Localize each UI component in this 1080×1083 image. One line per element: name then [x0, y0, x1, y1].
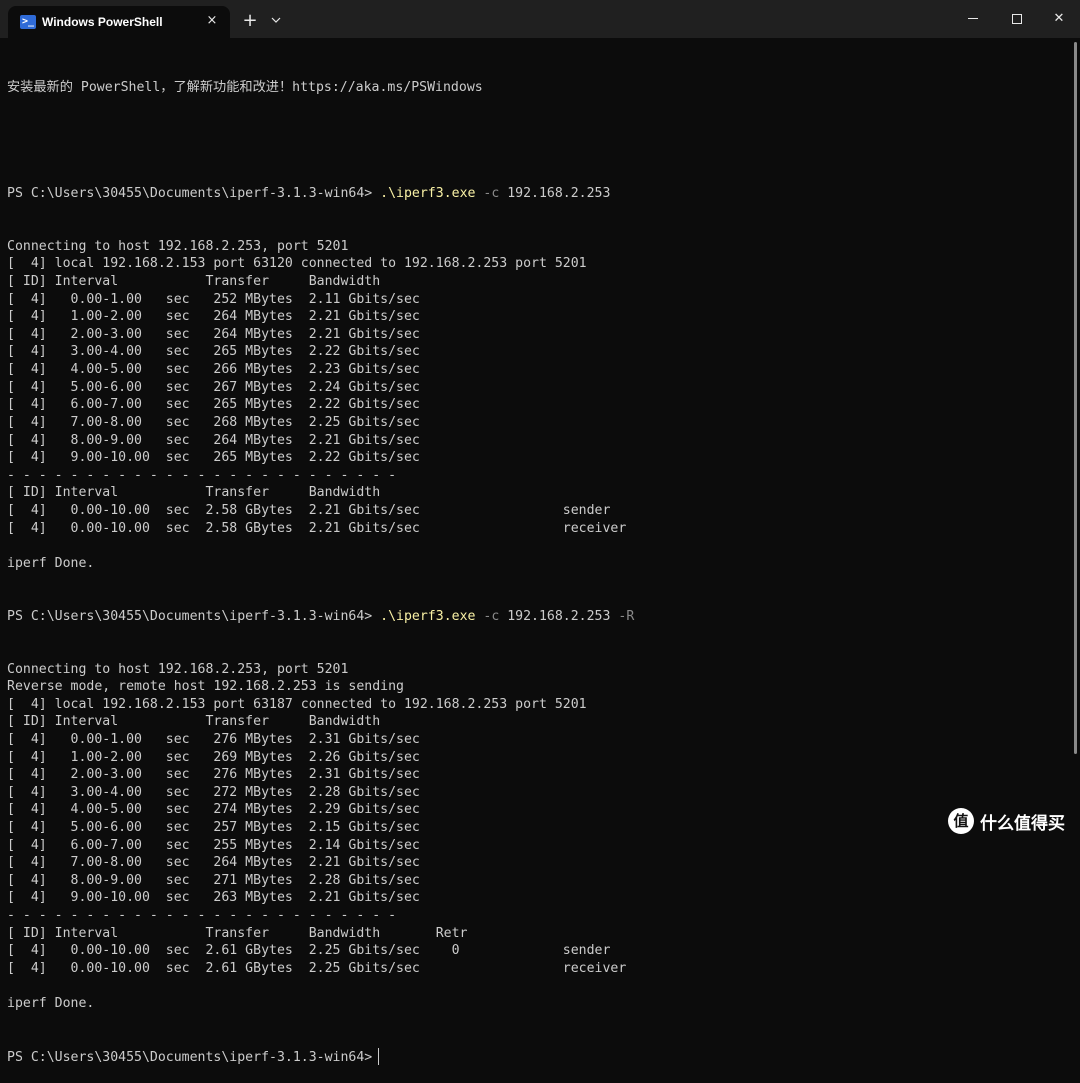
banner-line: 安装最新的 PowerShell，了解新功能和改进！https://aka.ms…: [7, 80, 483, 96]
terminal-output[interactable]: 安装最新的 PowerShell，了解新功能和改进！https://aka.ms…: [7, 44, 1067, 1083]
output-line: iperf Done.: [7, 996, 95, 1012]
parameter: -R: [610, 608, 635, 624]
output-line: [ 4] 0.00-1.00 sec 276 MBytes 2.31 Gbits…: [7, 731, 420, 747]
command: .\iperf3.exe: [380, 608, 476, 624]
output-line: [ 4] 8.00-9.00 sec 264 MBytes 2.21 Gbits…: [7, 432, 420, 448]
output-line: [ 4] 4.00-5.00 sec 266 MBytes 2.23 Gbits…: [7, 362, 420, 378]
output-line: [ 4] 9.00-10.00 sec 263 MBytes 2.21 Gbit…: [7, 890, 420, 906]
prompt: PS C:\Users\30455\Documents\iperf-3.1.3-…: [7, 608, 381, 624]
run1-output: Connecting to host 192.168.2.253, port 5…: [7, 238, 1067, 573]
output-line: [ 4] 6.00-7.00 sec 255 MBytes 2.14 Gbits…: [7, 837, 420, 853]
output-line: [ ID] Interval Transfer Bandwidth: [7, 485, 381, 501]
output-line: [ 4] 0.00-10.00 sec 2.58 GBytes 2.21 Gbi…: [7, 502, 611, 518]
command-line-1: PS C:\Users\30455\Documents\iperf-3.1.3-…: [7, 185, 1067, 203]
output-line: Connecting to host 192.168.2.253, port 5…: [7, 238, 349, 254]
watermark-logo: 值: [948, 808, 974, 834]
title-bar: >_ Windows PowerShell × + ✕: [0, 0, 1080, 38]
output-line: [ 4] 5.00-6.00 sec 267 MBytes 2.24 Gbits…: [7, 379, 420, 395]
output-line: Connecting to host 192.168.2.253, port 5…: [7, 661, 349, 677]
maximize-button[interactable]: [994, 0, 1040, 38]
chevron-down-icon: [271, 17, 281, 23]
watermark-text: 什么值得买: [980, 813, 1065, 834]
output-line: [ 4] 7.00-8.00 sec 268 MBytes 2.25 Gbits…: [7, 414, 420, 430]
tab-close-button[interactable]: ×: [204, 12, 220, 30]
output-line: - - - - - - - - - - - - - - - - - - - - …: [7, 467, 397, 483]
output-line: [ 4] 7.00-8.00 sec 264 MBytes 2.21 Gbits…: [7, 855, 420, 871]
prompt: PS C:\Users\30455\Documents\iperf-3.1.3-…: [7, 1049, 373, 1065]
output-line: [ 4] 4.00-5.00 sec 274 MBytes 2.29 Gbits…: [7, 802, 420, 818]
tab-title: Windows PowerShell: [42, 15, 163, 29]
output-line: [ 4] 0.00-10.00 sec 2.61 GBytes 2.25 Gbi…: [7, 943, 611, 959]
output-line: [ 4] 1.00-2.00 sec 269 MBytes 2.26 Gbits…: [7, 749, 420, 765]
text-cursor: [378, 1047, 380, 1065]
tab-dropdown-button[interactable]: [268, 9, 284, 33]
parameter: -c: [475, 185, 508, 201]
argument: 192.168.2.253: [507, 185, 611, 201]
new-tab-button[interactable]: +: [240, 8, 260, 34]
minimize-icon: [968, 18, 978, 19]
output-line: [ 4] 5.00-6.00 sec 257 MBytes 2.15 Gbits…: [7, 820, 420, 835]
output-line: [ 4] 0.00-1.00 sec 252 MBytes 2.11 Gbits…: [7, 291, 420, 307]
output-line: [ 4] 6.00-7.00 sec 265 MBytes 2.22 Gbits…: [7, 397, 420, 413]
tab-powershell[interactable]: >_ Windows PowerShell ×: [8, 6, 230, 38]
watermark: 值 什么值得买: [948, 806, 1065, 836]
run2-output: Connecting to host 192.168.2.253, port 5…: [7, 661, 1067, 1013]
prompt: PS C:\Users\30455\Documents\iperf-3.1.3-…: [7, 185, 381, 201]
maximize-icon: [1012, 13, 1022, 24]
close-button[interactable]: ✕: [1036, 0, 1080, 38]
output-line: [ 4] 9.00-10.00 sec 265 MBytes 2.22 Gbit…: [7, 450, 420, 466]
output-line: Reverse mode, remote host 192.168.2.253 …: [7, 679, 404, 695]
argument: 192.168.2.253: [507, 608, 611, 624]
output-line: [ 4] 8.00-9.00 sec 271 MBytes 2.28 Gbits…: [7, 872, 420, 888]
output-line: iperf Done.: [7, 555, 95, 571]
output-line: [ 4] 2.00-3.00 sec 276 MBytes 2.31 Gbits…: [7, 767, 420, 783]
parameter: -c: [475, 608, 508, 624]
output-line: [ 4] 0.00-10.00 sec 2.58 GBytes 2.21 Gbi…: [7, 520, 627, 536]
output-line: [ 4] 3.00-4.00 sec 265 MBytes 2.22 Gbits…: [7, 344, 420, 360]
current-prompt-line[interactable]: PS C:\Users\30455\Documents\iperf-3.1.3-…: [7, 1047, 1067, 1066]
powershell-icon: >_: [20, 15, 36, 29]
output-line: [ ID] Interval Transfer Bandwidth: [7, 274, 381, 290]
output-line: [ 4] 2.00-3.00 sec 264 MBytes 2.21 Gbits…: [7, 326, 420, 342]
output-line: [ ID] Interval Transfer Bandwidth: [7, 714, 381, 730]
output-line: [ 4] 0.00-10.00 sec 2.61 GBytes 2.25 Gbi…: [7, 960, 627, 976]
output-line: [ 4] 1.00-2.00 sec 264 MBytes 2.21 Gbits…: [7, 309, 420, 325]
command-line-2: PS C:\Users\30455\Documents\iperf-3.1.3-…: [7, 608, 1067, 626]
scrollbar[interactable]: [1074, 42, 1077, 754]
output-line: [ 4] local 192.168.2.153 port 63187 conn…: [7, 696, 587, 712]
output-line: [ 4] 3.00-4.00 sec 272 MBytes 2.28 Gbits…: [7, 784, 420, 800]
minimize-button[interactable]: [950, 0, 996, 38]
output-line: [ ID] Interval Transfer Bandwidth Retr: [7, 925, 468, 941]
output-line: [ 4] local 192.168.2.153 port 63120 conn…: [7, 256, 587, 272]
output-line: - - - - - - - - - - - - - - - - - - - - …: [7, 908, 397, 924]
command: .\iperf3.exe: [380, 185, 476, 201]
